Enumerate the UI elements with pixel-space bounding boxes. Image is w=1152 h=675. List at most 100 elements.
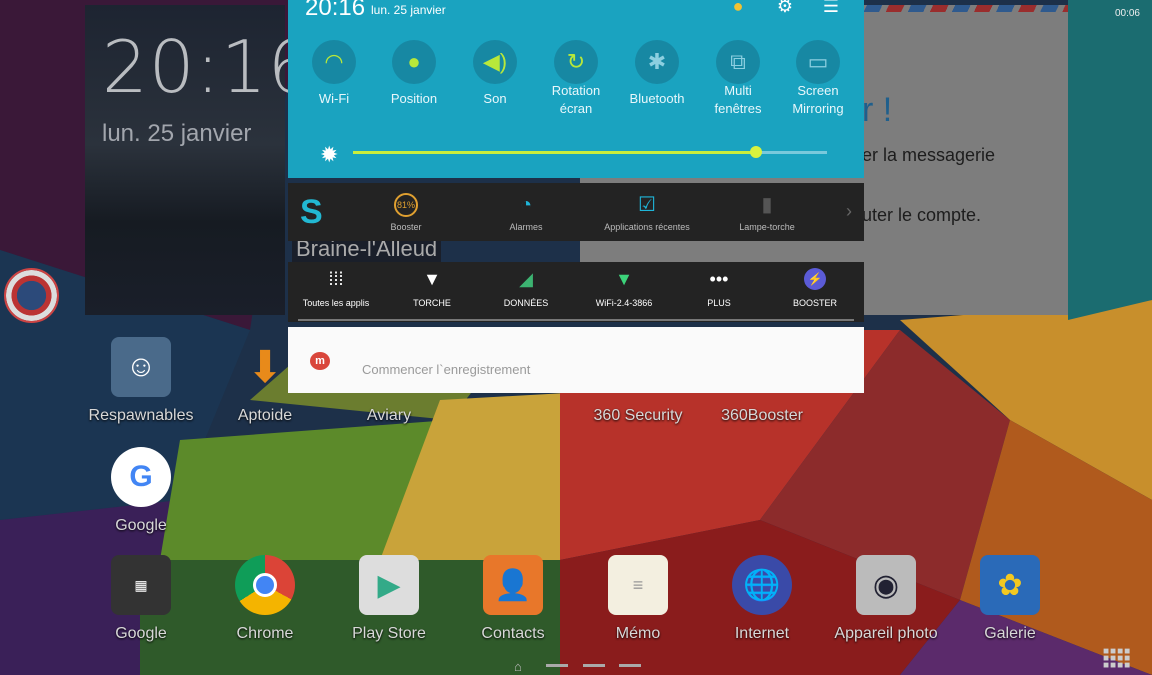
toolbar-data[interactable]: ◢ DONNÉES xyxy=(471,268,581,308)
avatar-icon[interactable]: ● xyxy=(727,0,749,16)
dock-memo[interactable]: ≡ Mémo xyxy=(578,555,698,643)
toolbar: ⁞⁞⁞ Toutes les applis ▼ TORCHE ◢ DONNÉES ▼ W… xyxy=(288,262,864,322)
shortcut-label: Applications récentes xyxy=(604,222,690,232)
toggle-bluetooth[interactable]: ✱ Bluetooth xyxy=(617,40,697,108)
toolbar-wifi[interactable]: ▼ WiFi-2.4-3866 xyxy=(569,268,679,308)
toggle-wifi[interactable]: ◠ Wi-Fi xyxy=(294,40,374,108)
gallery-icon: ✿ xyxy=(980,555,1040,615)
dock-google-folder[interactable]: ▦ Google xyxy=(81,555,201,643)
aptoide-icon: ⬇ xyxy=(246,342,284,392)
contacts-icon: 👤 xyxy=(483,555,543,615)
security-app-logo-icon[interactable]: S xyxy=(300,195,332,229)
dock-gallery[interactable]: ✿ Galerie xyxy=(950,555,1070,643)
toggle-label: Rotation écran xyxy=(551,83,601,116)
app-label: Google xyxy=(115,517,167,534)
app-label: Aviary xyxy=(366,407,412,424)
shortcut-flashlight[interactable]: ▮ Lampe-torche xyxy=(702,193,832,232)
shortcut-alarms[interactable]: ◔ Alarmes xyxy=(461,193,591,232)
app-label: Chrome xyxy=(236,625,294,642)
notification-recording[interactable]: m Commencer l`enregistrement xyxy=(288,327,864,393)
toolbar-all-apps[interactable]: ⁞⁞⁞ Toutes les applis xyxy=(281,268,391,308)
app-label: 360Booster xyxy=(721,407,803,424)
app-label: Google xyxy=(115,625,167,642)
dock-contacts[interactable]: 👤 Contacts xyxy=(453,555,573,643)
app-label: Galerie xyxy=(984,625,1036,642)
brightness-fill xyxy=(353,151,756,154)
page-indicator xyxy=(619,664,641,667)
mail-line-1: er la messagerie xyxy=(862,145,996,165)
wifi-icon: ▼ xyxy=(615,269,633,289)
signal-icon: ◢ xyxy=(519,269,533,289)
brightness-slider[interactable] xyxy=(353,146,827,158)
toggle-multi-window[interactable]: ⧉ Multi fenêtres xyxy=(698,40,778,118)
toggle-label: Son xyxy=(483,91,507,106)
brightness-thumb[interactable] xyxy=(749,146,762,158)
dock-chrome[interactable]: Chrome xyxy=(205,555,325,643)
shortcut-label: Alarmes xyxy=(509,222,543,232)
gear-icon[interactable]: ⚙ xyxy=(774,0,796,16)
page-indicator xyxy=(546,664,568,667)
mobizen-icon: m xyxy=(310,352,330,370)
shortcut-label: Lampe-torche xyxy=(739,222,795,232)
google-folder-icon: ▦ xyxy=(111,555,171,615)
recent-apps-icon: ☑ xyxy=(638,194,656,216)
alarm-clock-icon: ◔ xyxy=(519,194,533,216)
chrome-icon xyxy=(235,555,295,615)
toggle-label: Multi fenêtres xyxy=(714,83,762,116)
quick-panel: 20:16 lun. 25 janvier ● ⚙ ☰ ◠ Wi-Fi ● Posi… xyxy=(288,0,864,178)
toolbar-label: BOOSTER xyxy=(792,298,837,308)
app-respawnables[interactable]: ☺ Respawnables xyxy=(81,337,201,425)
mail-greeting: r ! xyxy=(862,91,893,129)
shortcut-booster[interactable]: 81% Booster xyxy=(341,193,471,232)
screen-mirroring-icon: ▭ xyxy=(796,40,840,84)
edit-panel-icon[interactable]: ☰ xyxy=(820,0,842,16)
toolbar-label: DONNÉES xyxy=(503,298,549,308)
panel-date: lun. 25 janvier xyxy=(371,3,446,17)
respawnables-icon: ☺ xyxy=(111,337,171,397)
floating-app-bubble[interactable] xyxy=(4,268,59,323)
weather-widget[interactable]: 20:16 lun. 25 janvier xyxy=(85,5,314,315)
toolbar-label: Toutes les applis xyxy=(302,298,370,308)
rotation-icon: ↻ xyxy=(554,40,598,84)
toolbar-more[interactable]: ••• PLUS xyxy=(664,268,774,308)
camera-icon: ◉ xyxy=(856,555,916,615)
status-clock: 00:06 xyxy=(1114,8,1140,19)
chevron-right-icon[interactable]: › xyxy=(846,201,852,222)
toolbar-divider xyxy=(298,319,854,321)
toggle-sound[interactable]: ◀) Son xyxy=(455,40,535,108)
dock-camera[interactable]: ◉ Appareil photo xyxy=(826,555,946,643)
google-icon: G xyxy=(111,447,171,507)
bluetooth-icon: ✱ xyxy=(635,40,679,84)
dock-play-store[interactable]: ▶ Play Store xyxy=(329,555,449,643)
widget-time: 20:16 xyxy=(102,25,315,109)
app-label: Play Store xyxy=(352,625,426,642)
toggle-label: Screen Mirroring xyxy=(792,83,844,116)
toolbar-label: WiFi-2.4-3866 xyxy=(595,298,653,308)
shortcut-label: Booster xyxy=(390,222,422,232)
app-label: Internet xyxy=(734,625,790,642)
mail-line-2: uter le compte. xyxy=(862,205,982,225)
flashlight-icon: ▮ xyxy=(761,194,773,216)
app-label: Aptoide xyxy=(237,407,293,424)
toggle-screen-mirroring[interactable]: ▭ Screen Mirroring xyxy=(778,40,858,118)
home-page-indicator-icon: ⌂ xyxy=(514,659,522,674)
location-icon: ● xyxy=(392,40,436,84)
toggle-label: Bluetooth xyxy=(629,91,685,106)
shortcut-recent-apps[interactable]: ☑ Applications récentes xyxy=(582,193,712,232)
brightness-icon: ✹ xyxy=(320,142,339,167)
globe-icon: 🌐 xyxy=(732,555,792,615)
wifi-icon: ◠ xyxy=(312,40,356,84)
toggle-position[interactable]: ● Position xyxy=(374,40,454,108)
app-label: 360 Security xyxy=(593,407,683,424)
app-google[interactable]: G Google xyxy=(81,447,201,535)
booster-gauge-icon: 81% xyxy=(394,193,418,217)
toggle-label: Position xyxy=(390,91,438,106)
toggle-rotation[interactable]: ↻ Rotation écran xyxy=(536,40,616,118)
play-store-icon: ▶ xyxy=(359,555,419,615)
widget-date: lun. 25 janvier xyxy=(102,120,252,147)
shortcuts-bar: S 81% Booster ◔ Alarmes ☑ Applications réce… xyxy=(288,183,864,241)
dock-internet[interactable]: 🌐 Internet xyxy=(702,555,822,643)
memo-icon: ≡ xyxy=(608,555,668,615)
toolbar-booster[interactable]: ⚡ BOOSTER xyxy=(760,268,870,308)
apps-drawer-icon[interactable]: ■■■■ ■■■■ ■■■■ xyxy=(1103,647,1131,671)
